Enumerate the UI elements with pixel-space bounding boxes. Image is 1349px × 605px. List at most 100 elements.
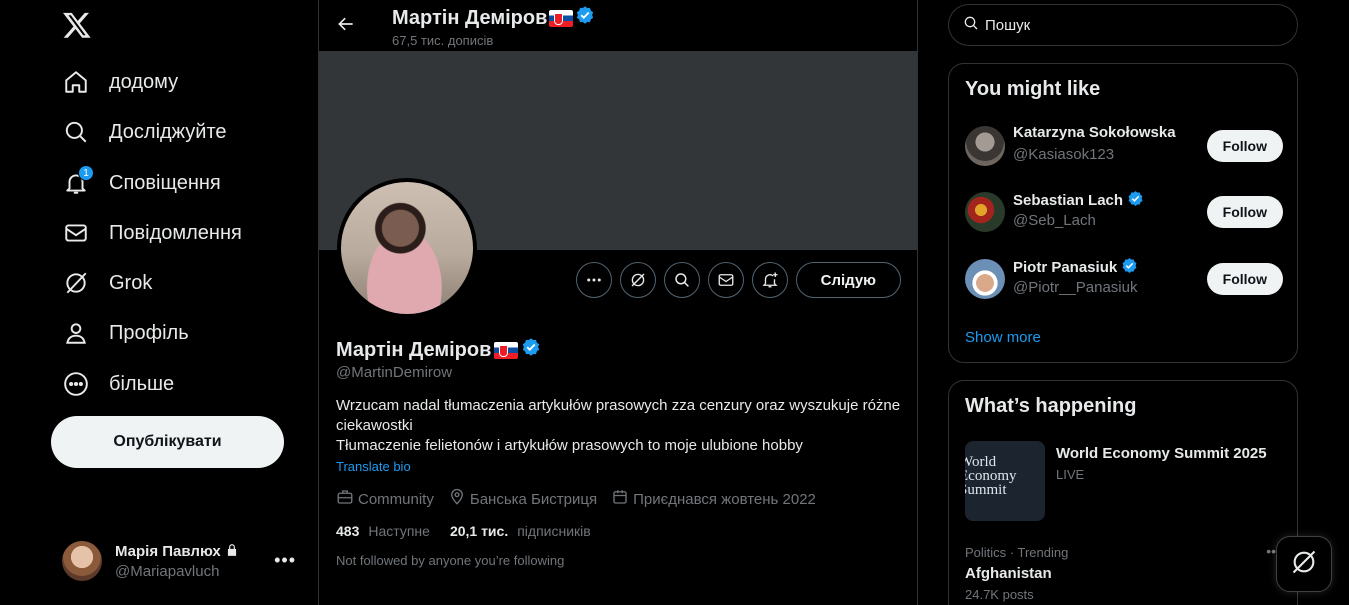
following-stat[interactable]: 483 Наступне — [336, 523, 430, 539]
card-title: You might like — [965, 78, 1101, 100]
nav-label-explore: Досліджуйте — [109, 120, 227, 143]
calendar-icon — [611, 488, 629, 510]
grok-icon — [62, 269, 90, 297]
nav-item-notifications[interactable]: 1 Сповіщення — [62, 165, 221, 198]
post-button[interactable]: Опублікувати — [51, 416, 284, 468]
suggestion-handle: @Piotr__Panasiuk — [1013, 279, 1138, 296]
following-label: Наступне — [368, 523, 430, 539]
app-root: додому Досліджуйте 1 Сповіщення Повідомл… — [0, 0, 1349, 605]
suggestion-name: Piotr Panasiuk — [1013, 259, 1118, 276]
you-might-like-card: You might like Katarzyna Sokołowska @Kas… — [948, 63, 1298, 363]
bio-line: Wrzucam nadal tłumaczenia artykułów pras… — [336, 397, 901, 434]
grok-icon — [1290, 548, 1318, 581]
not-followed-note: Not followed by anyone you’re following — [336, 553, 565, 568]
event-status: LIVE — [1056, 467, 1085, 482]
trend-posts: 24.7K posts — [965, 587, 1034, 602]
profile-handle: @MartinDemirow — [336, 364, 453, 381]
search-input[interactable] — [985, 16, 1265, 34]
mail-icon — [62, 219, 90, 247]
nav-label-more: більше — [109, 372, 175, 395]
profile-photo — [341, 182, 473, 314]
header-title: Мартін Деміров — [392, 5, 595, 31]
bio-line: Tłumaczenie felietonów i artykułów praso… — [336, 437, 803, 454]
slovakia-flag-icon — [494, 341, 519, 359]
nav-item-explore[interactable]: Досліджуйте — [62, 117, 227, 147]
event-title[interactable]: World Economy Summit 2025 — [1056, 445, 1267, 462]
profile-avatar[interactable] — [337, 178, 477, 318]
suggestion-item[interactable]: Piotr Panasiuk @Piotr__Panasiuk Follow — [965, 257, 1283, 301]
more-options-button[interactable] — [575, 262, 612, 298]
profile-column: Мартін Деміров 67,5 тис. дописів Слідую … — [318, 0, 918, 605]
nav-label-notifications: Сповіщення — [109, 171, 221, 194]
bell-icon: 1 — [62, 165, 94, 197]
account-switcher[interactable]: Марія Павлюх @Mariapavluch ••• — [62, 540, 302, 582]
joined-item: Приєднався жовтень 2022 — [611, 488, 816, 510]
lock-icon — [225, 543, 239, 561]
nav-label-profile: Профіль — [109, 321, 189, 344]
following-count: 483 — [336, 523, 360, 539]
x-logo-icon[interactable] — [62, 10, 92, 40]
search-icon — [62, 118, 90, 146]
search-profile-button[interactable] — [663, 262, 700, 298]
notification-badge: 1 — [78, 165, 94, 181]
trend-name[interactable]: Afghanistan — [965, 565, 1052, 582]
avatar — [965, 126, 1005, 166]
nav-item-profile[interactable]: Профіль — [62, 318, 189, 348]
category-text: Community — [358, 490, 434, 508]
followers-stat[interactable]: 20,1 тис. підписників — [450, 523, 591, 539]
suggestion-handle: @Kasiasok123 — [1013, 146, 1115, 163]
suggestion-handle: @Seb_Lach — [1013, 212, 1096, 229]
follow-button[interactable]: Follow — [1206, 196, 1283, 228]
location-text: Банська Бистриця — [469, 490, 598, 508]
location-pin-icon — [448, 488, 466, 510]
suggestion-item[interactable]: Sebastian Lach @Seb_Lach Follow — [965, 190, 1283, 234]
more-dots-icon[interactable]: ••• — [274, 550, 296, 571]
back-arrow-icon[interactable] — [336, 14, 358, 36]
profile-meta: Community Банська Бистриця Приєднався жо… — [336, 488, 816, 510]
profile-actions: Слідую — [575, 262, 901, 298]
profile-bio: Wrzucam nadal tłumaczenia artykułów pras… — [336, 396, 906, 456]
header-name: Мартін Деміров — [392, 6, 548, 29]
search-box[interactable] — [948, 4, 1298, 46]
nav-item-grok[interactable]: Grok — [62, 268, 152, 298]
profile-name: Мартін Деміров — [336, 337, 541, 363]
grok-floating-button[interactable] — [1276, 536, 1332, 592]
slovakia-flag-icon — [549, 9, 574, 27]
avatar — [965, 192, 1005, 232]
left-navigation: додому Досліджуйте 1 Сповіщення Повідомл… — [0, 0, 318, 605]
followers-count: 20,1 тис. — [449, 523, 509, 539]
event-thumbnail[interactable]: World Economy Summit — [965, 441, 1045, 521]
translate-bio-link[interactable]: Translate bio — [336, 459, 411, 474]
person-icon — [62, 319, 90, 347]
following-button[interactable]: Слідую — [795, 262, 901, 298]
home-icon — [62, 68, 90, 96]
notify-bell-button[interactable] — [751, 262, 788, 298]
trend-category: Politics · Trending — [965, 545, 1069, 560]
location-item: Банська Бистриця — [448, 488, 597, 510]
verified-badge-icon — [1127, 190, 1144, 211]
suggestion-item[interactable]: Katarzyna Sokołowska @Kasiasok123 Follow — [965, 124, 1283, 168]
suggestion-name: Katarzyna Sokołowska — [1013, 124, 1176, 141]
nav-item-more[interactable]: більше — [62, 369, 174, 399]
profile-stats: 483 Наступне 20,1 тис. підписників — [336, 523, 591, 539]
nav-label-messages: Повідомлення — [109, 221, 242, 244]
nav-item-messages[interactable]: Повідомлення — [62, 218, 242, 248]
grok-profile-button[interactable] — [619, 262, 656, 298]
nav-item-home[interactable]: додому — [62, 67, 178, 97]
joined-text: Приєднався жовтень 2022 — [633, 490, 816, 508]
nav-label-home: додому — [109, 70, 179, 93]
post-count: 67,5 тис. дописів — [392, 33, 494, 48]
show-more-link[interactable]: Show more — [965, 329, 1041, 346]
account-handle: @Mariapavluch — [115, 562, 220, 580]
account-name: Марія Павлюх — [115, 543, 221, 560]
briefcase-icon — [336, 488, 354, 510]
follow-button[interactable]: Follow — [1206, 263, 1283, 295]
verified-badge-icon — [575, 5, 595, 31]
follow-button[interactable]: Follow — [1206, 130, 1283, 162]
message-button[interactable] — [707, 262, 744, 298]
suggestion-name: Sebastian Lach — [1013, 192, 1124, 209]
profile-header-bar: Мартін Деміров 67,5 тис. дописів — [319, 0, 917, 51]
category-item: Community — [336, 488, 434, 510]
verified-badge-icon — [1121, 257, 1138, 278]
search-icon — [963, 15, 979, 36]
